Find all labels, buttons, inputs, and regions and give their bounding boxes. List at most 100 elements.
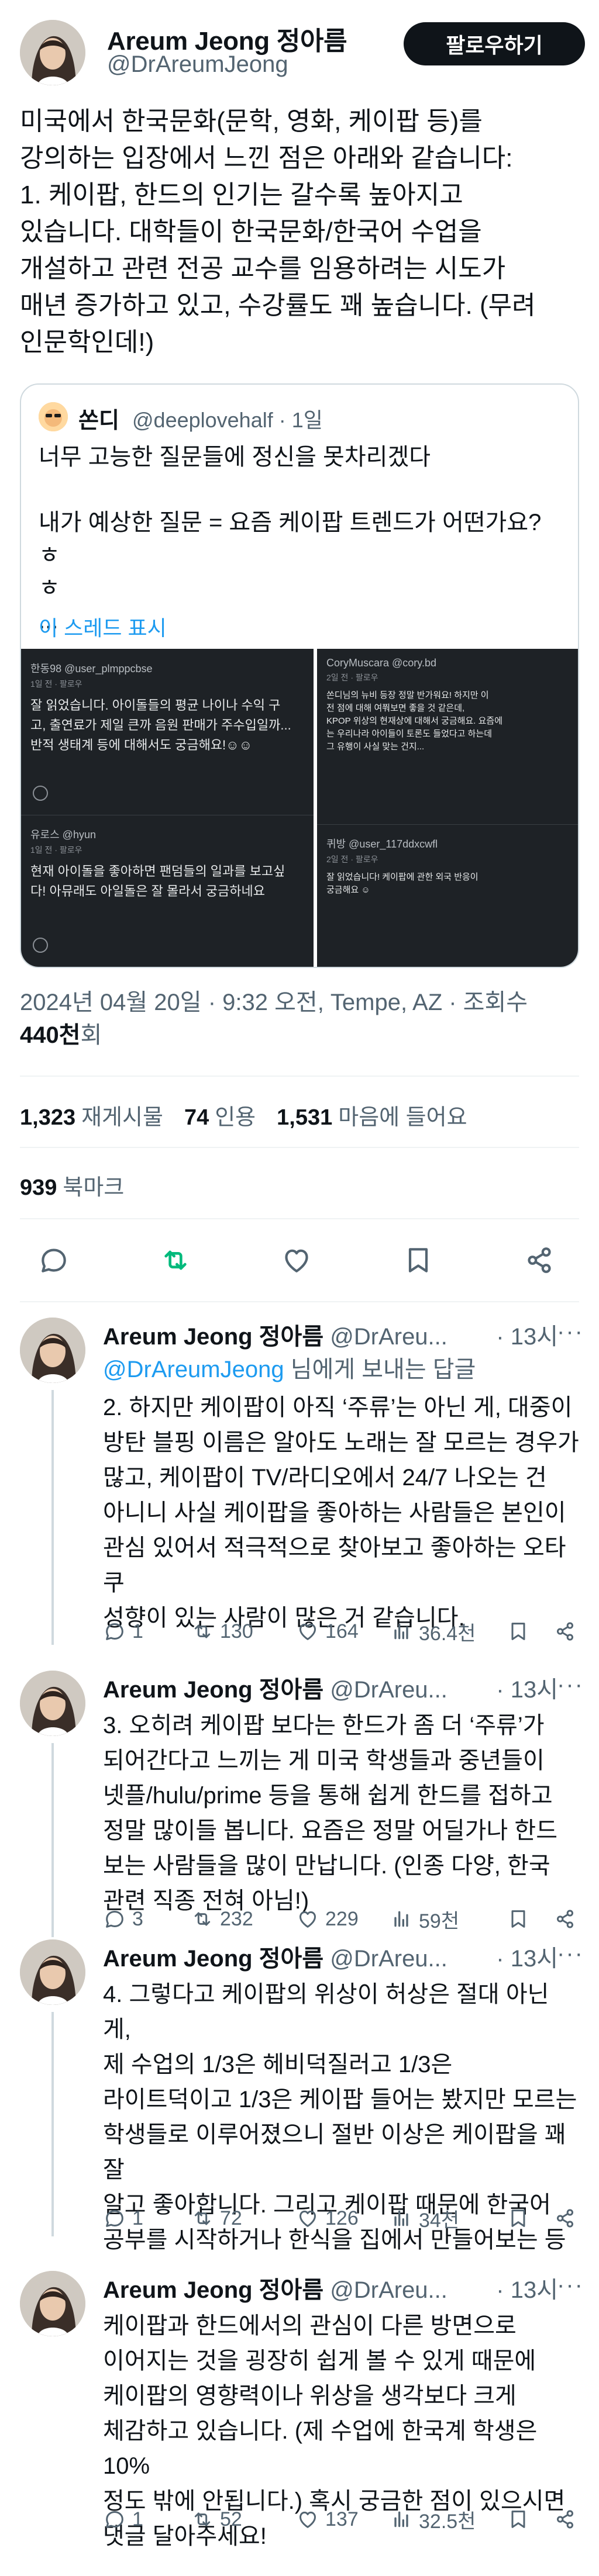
reply-text: 2. 하지만 케이팝이 아직 ‘주류’는 아닌 게, 대중이 방탄 블핑 이름은… bbox=[103, 1395, 579, 1631]
bookmark-button[interactable] bbox=[507, 2505, 530, 2534]
author-handle[interactable]: @DrAreumJeong bbox=[107, 51, 288, 78]
views-button[interactable]: 32.5천 bbox=[390, 2505, 476, 2534]
more-options-button[interactable]: ··· bbox=[557, 2272, 584, 2298]
screenshot-body: 잘 읽었습니다. 아이돌들의 평균 나이나 수익 구 고, 출연료가 제일 큰까… bbox=[30, 698, 291, 752]
quote-stat[interactable]: 74 인용 bbox=[184, 1099, 256, 1131]
author-name[interactable]: Areum Jeong 정아름 bbox=[103, 2277, 323, 2303]
screenshot-body: 현재 아이돌을 좋아하면 팬덤들의 일과를 보고싶 다! 아뮤래도 아일돌은 잘… bbox=[30, 864, 285, 898]
share-button[interactable] bbox=[553, 2505, 577, 2534]
reply-actions: 1 72 126 34천 bbox=[103, 2204, 583, 2233]
views-button[interactable]: 59천 bbox=[390, 1904, 459, 1934]
like-button[interactable]: 137 bbox=[296, 2505, 359, 2534]
retweet-arrows-icon bbox=[194, 1624, 211, 1638]
avatar[interactable] bbox=[20, 20, 85, 85]
retweet-button[interactable]: 232 bbox=[191, 1904, 253, 1934]
thread-line bbox=[51, 1390, 54, 1645]
retweet-button[interactable] bbox=[159, 1244, 192, 1280]
author-handle[interactable]: @DrAreu... bbox=[330, 2277, 447, 2303]
like-button[interactable]: 164 bbox=[296, 1617, 359, 1646]
retweet-arrows-icon bbox=[194, 2512, 211, 2526]
avatar[interactable] bbox=[20, 1671, 85, 1736]
bookmark-button[interactable] bbox=[507, 1617, 530, 1646]
like-button[interactable]: 126 bbox=[296, 2204, 359, 2233]
more-options-button[interactable]: ··· bbox=[557, 1319, 584, 1345]
view-count: 59천 bbox=[419, 1910, 460, 1932]
screenshot-user: CoryMuscara @cory.bd bbox=[326, 657, 436, 669]
share-icon bbox=[557, 2209, 573, 2228]
quote-count: 74 bbox=[184, 1105, 209, 1130]
ellipsis-icon: ··· bbox=[557, 1941, 584, 1966]
avatar[interactable] bbox=[20, 1318, 85, 1383]
action-bar bbox=[20, 1238, 579, 1285]
views-button[interactable]: 36.4천 bbox=[390, 1617, 476, 1646]
retweet-arrows-icon bbox=[194, 2211, 211, 2225]
reply-button[interactable]: 1 bbox=[103, 2505, 143, 2534]
divider bbox=[20, 1147, 579, 1148]
like-count: 137 bbox=[325, 2508, 359, 2530]
like-button[interactable] bbox=[280, 1244, 313, 1280]
author-handle[interactable]: @DrAreu... bbox=[330, 1677, 447, 1703]
screenshot-body: 잘 읽었습니다! 케이팝에 관한 외국 반응이 궁금해요 ☺ bbox=[326, 872, 478, 895]
reply-button[interactable]: 3 bbox=[103, 1904, 143, 1934]
retweet-button[interactable]: 72 bbox=[191, 2204, 242, 2233]
thread-line bbox=[51, 1743, 54, 1937]
share-icon bbox=[557, 2510, 573, 2529]
screenshot-comment: 퀴방 @user_117ddxcwfl 2일 전 · 팔로우 잘 읽었습니다! … bbox=[326, 836, 571, 897]
reply-button[interactable] bbox=[37, 1244, 70, 1280]
reply-time[interactable]: · 13시 bbox=[496, 1318, 558, 1351]
retweet-stat[interactable]: 1,323 재게시물 bbox=[20, 1099, 163, 1131]
share-button[interactable] bbox=[523, 1244, 556, 1280]
bar-chart-icon bbox=[394, 1623, 408, 1640]
author-handle[interactable]: @DrAreu... bbox=[330, 1946, 447, 1972]
avatar-photo bbox=[20, 1671, 85, 1736]
reply-time[interactable]: · 13시 bbox=[496, 1939, 558, 1973]
more-options-button[interactable]: ··· bbox=[557, 1672, 584, 1698]
avatar[interactable] bbox=[20, 1939, 85, 2005]
share-button[interactable] bbox=[553, 2204, 577, 2233]
screenshot-meta: 1일 전 · 팔로우 bbox=[30, 845, 82, 855]
author-name[interactable]: Areum Jeong 정아름 bbox=[103, 1324, 323, 1350]
share-button[interactable] bbox=[553, 1617, 577, 1646]
retweet-button[interactable]: 52 bbox=[191, 2505, 242, 2534]
share-icon bbox=[528, 1247, 551, 1273]
bookmark-button[interactable] bbox=[507, 1904, 530, 1934]
speech-bubble-icon bbox=[106, 2210, 123, 2227]
reply-time[interactable]: · 13시 bbox=[496, 1671, 558, 1704]
avatar[interactable] bbox=[20, 2271, 85, 2336]
reaction-icon bbox=[33, 786, 48, 801]
tweet-timestamp[interactable]: 2024년 04월 20일 · 9:32 오전, Tempe, AZ · 조회수 bbox=[20, 983, 528, 1017]
view-count: 36.4천 bbox=[419, 1622, 476, 1645]
reply-button[interactable]: 1 bbox=[103, 2204, 143, 2233]
replying-to: @DrAreumJeong 님에게 보내는 답글 bbox=[103, 1350, 476, 1384]
quoted-media[interactable]: 한동98 @user_plmppcbse 1일 전 · 팔로우 잘 읽었습니다.… bbox=[21, 649, 578, 967]
reply-button[interactable]: 1 bbox=[103, 1617, 143, 1646]
screenshot-right: CoryMuscara @cory.bd 2일 전 · 팔로우 쏜디님의 뉴비 … bbox=[317, 649, 578, 967]
bookmark-button[interactable] bbox=[507, 2204, 530, 2233]
reply-header: Areum Jeong 정아름 @DrAreu... bbox=[103, 1318, 447, 1351]
reply-header: Areum Jeong 정아름 @DrAreu... bbox=[103, 2271, 447, 2305]
reply-time[interactable]: · 13시 bbox=[496, 2271, 558, 2305]
share-button[interactable] bbox=[553, 1904, 577, 1934]
speech-bubble-icon bbox=[106, 1623, 123, 1640]
views-button[interactable]: 34천 bbox=[390, 2204, 459, 2233]
like-button[interactable]: 229 bbox=[296, 1904, 359, 1934]
reply-count: 1 bbox=[132, 2207, 143, 2229]
reply-to-suffix: 님에게 보내는 답글 bbox=[284, 1357, 476, 1382]
bookmark-icon bbox=[511, 2511, 525, 2528]
view-count-suffix: 회 bbox=[80, 1022, 102, 1048]
like-stat[interactable]: 1,531 마음에 들어요 bbox=[277, 1099, 467, 1131]
avatar-photo bbox=[20, 1318, 85, 1383]
divider bbox=[20, 1218, 579, 1219]
follow-button[interactable]: 팔로우하기 bbox=[404, 22, 585, 65]
show-thread-link[interactable]: 이 스레드 표시 bbox=[39, 611, 167, 642]
retweet-button[interactable]: 130 bbox=[191, 1617, 253, 1646]
more-options-button[interactable]: ··· bbox=[557, 1941, 584, 1967]
author-name[interactable]: Areum Jeong 정아름 bbox=[103, 1946, 323, 1972]
author-name[interactable]: Areum Jeong 정아름 bbox=[103, 1677, 323, 1703]
divider bbox=[20, 1076, 579, 1077]
bookmark-button[interactable] bbox=[402, 1244, 435, 1280]
quoted-tweet[interactable]: 쏜디 @deeplovehalf · 1일 너무 고능한 질문들에 정신을 못차… bbox=[20, 383, 579, 968]
author-handle[interactable]: @DrAreu... bbox=[330, 1324, 447, 1350]
mention-link[interactable]: @DrAreumJeong bbox=[103, 1357, 284, 1382]
avatar-photo bbox=[20, 20, 85, 85]
